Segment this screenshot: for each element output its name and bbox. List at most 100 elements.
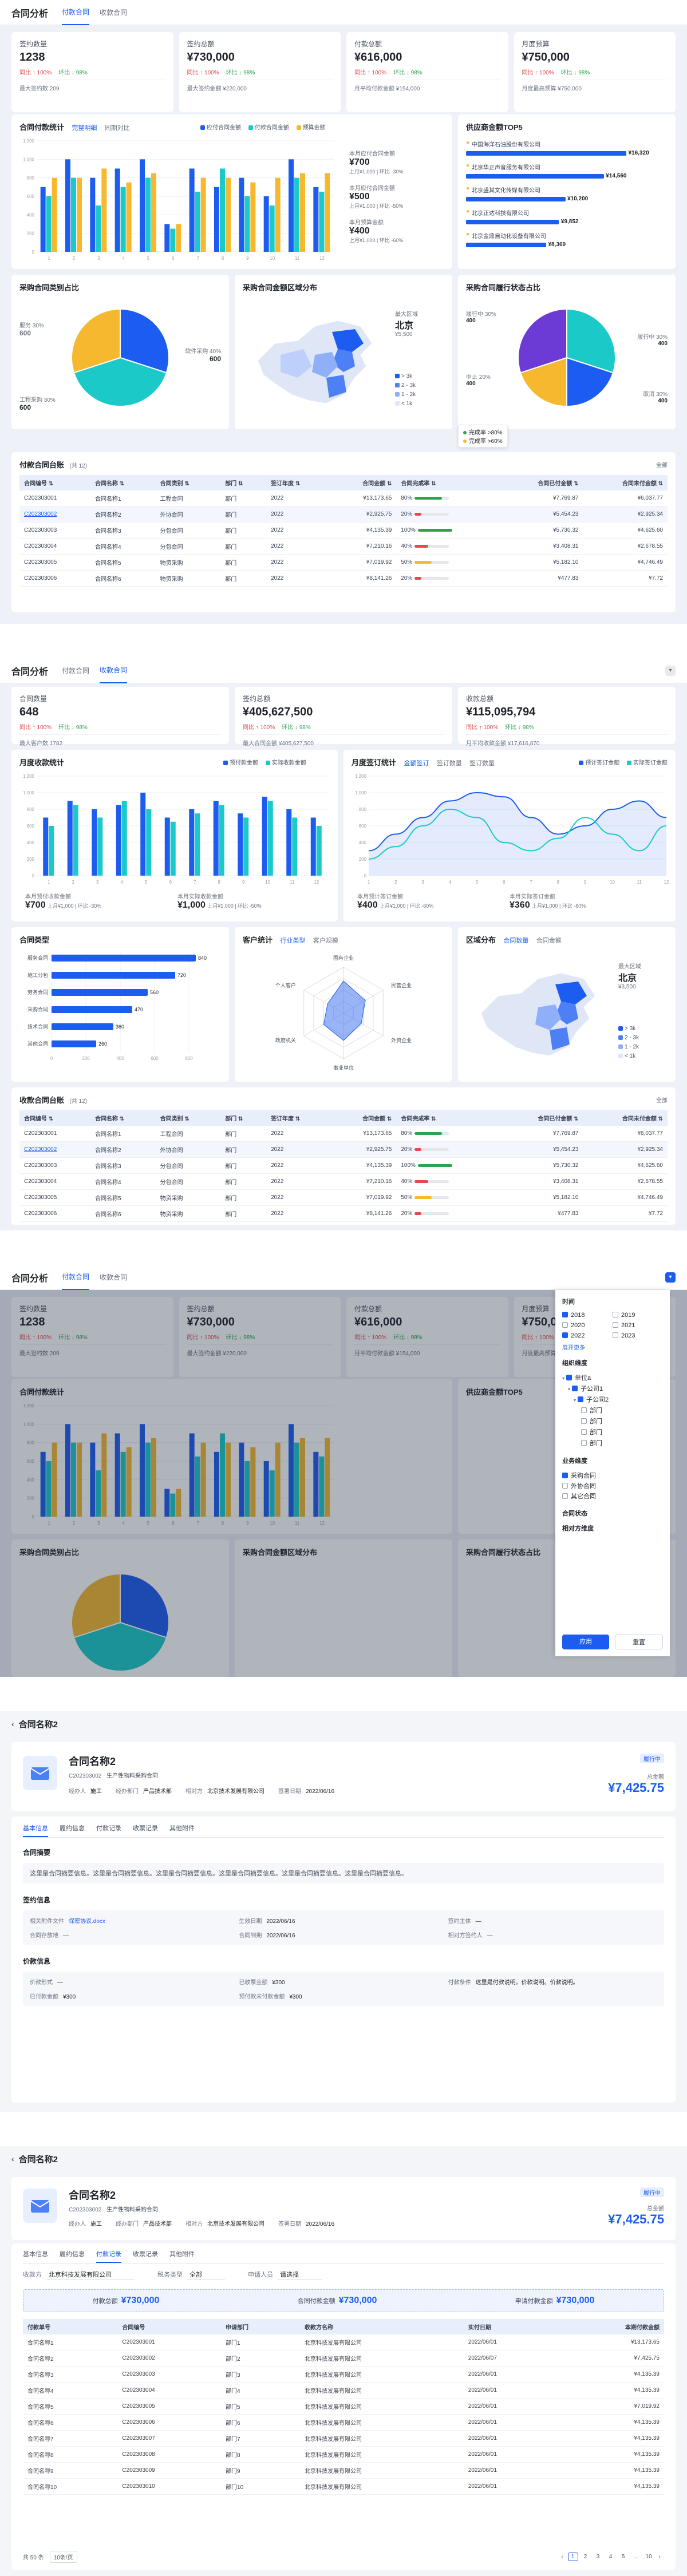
contract-code-link[interactable]: C202303006 (19, 1205, 90, 1222)
org-tree-node[interactable]: 部门 (562, 1427, 663, 1438)
table-row[interactable]: 合同名称5 C202303005 部门5 北京科技发展有限公司 2022/06/01 ¥7… (23, 2398, 664, 2415)
collapse-icon[interactable]: ▾ (665, 665, 676, 676)
table-row[interactable]: 合同名称7 C202303007 部门7 北京科技发展有限公司 2022/06/01 ¥4… (23, 2430, 664, 2447)
column-header[interactable]: 合同金额 ⇅ (331, 1110, 397, 1126)
column-header[interactable]: 付款单号 (23, 2319, 118, 2334)
page-number[interactable]: ... (631, 2553, 641, 2561)
table-row[interactable]: C202303006 合同名称6 物资采购 部门 2022 ¥8,141.26 20% ¥47… (19, 570, 668, 587)
column-header[interactable]: 合同名称 ⇅ (90, 475, 156, 490)
table-row[interactable]: C202303001 合同名称1 工程合同 部门 2022 ¥13,173.65 80% ¥7… (19, 1126, 668, 1142)
detail-tab[interactable]: 付款记录 (96, 2249, 121, 2263)
org-tree-node[interactable]: 部门 (562, 1438, 663, 1449)
tab-payment-contract[interactable]: 付款合同 (62, 0, 90, 25)
detail-tab[interactable]: 付款记录 (96, 1823, 121, 1836)
table-row[interactable]: C202303001 合同名称1 工程合同 部门 2022 ¥13,173.65 80% ¥7… (19, 490, 668, 507)
column-header[interactable]: 签订年度 ⇅ (266, 1110, 331, 1126)
seg-scale[interactable]: 客户规模 (313, 937, 338, 944)
expand-more-link[interactable]: 展开更多 (562, 1343, 663, 1351)
contract-code-link[interactable]: C202303006 (19, 570, 90, 587)
column-header[interactable]: 签订年度 ⇅ (266, 475, 331, 490)
org-tree-node[interactable]: 部门 (562, 1406, 663, 1416)
column-header[interactable]: 合同编号 (117, 2319, 222, 2334)
column-header[interactable]: 合同已付金额 ⇅ (498, 1110, 583, 1126)
type-checkbox[interactable]: 采购合同 (562, 1471, 663, 1481)
column-header[interactable]: 本期付款金额 (556, 2319, 664, 2334)
page-number[interactable]: 2 (581, 2553, 591, 2561)
table-row[interactable]: C202303004 合同名称4 分包合同 部门 2022 ¥7,210.16 40% ¥3,… (19, 538, 668, 555)
page-number[interactable]: 10 (643, 2553, 654, 2561)
table-row[interactable]: 合同名称10 C202303010 部门10 北京科技发展有限公司 2022/06/01… (23, 2478, 664, 2495)
contract-code-link[interactable]: C202303001 (19, 1126, 90, 1142)
table-row[interactable]: 合同名称9 C202303009 部门9 北京科技发展有限公司 2022/06/01 ¥4… (23, 2462, 664, 2479)
table-row[interactable]: 合同名称6 C202303006 部门6 北京科技发展有限公司 2022/06/01 ¥4… (23, 2414, 664, 2431)
table-row[interactable]: 合同名称8 C202303008 部门8 北京科技发展有限公司 2022/06/01 ¥4… (23, 2446, 664, 2463)
prev-page-icon[interactable]: ‹ (561, 2554, 563, 2560)
detail-tab[interactable]: 其他附件 (169, 2249, 195, 2262)
table-row[interactable]: C202303002 合同名称2 外协合同 部门 2022 ¥2,925.75 20% ¥5,… (19, 506, 668, 523)
year-checkbox[interactable]: 2023 (613, 1332, 663, 1339)
detail-tab[interactable]: 收票记录 (133, 2249, 158, 2262)
column-header[interactable]: 合同编号 ⇅ (19, 475, 90, 490)
filter-field[interactable]: 申请人员 请选择 (248, 2270, 322, 2280)
contract-code-link[interactable]: C202303004 (19, 1173, 90, 1190)
column-header[interactable]: 合同未付金额 ⇅ (583, 475, 668, 490)
year-checkbox[interactable]: 2019 (613, 1312, 663, 1319)
tab-receipt-contract[interactable]: 收款合同 (100, 0, 127, 25)
column-header[interactable]: 合同类别 ⇅ (155, 475, 221, 490)
filter-field[interactable]: 税务类型 全部 (157, 2270, 225, 2280)
filter-toggle-icon[interactable]: ▾ (665, 1272, 676, 1283)
view-all-link[interactable]: 全部 (656, 1095, 668, 1104)
tab-receipt-contract[interactable]: 收款合同 (100, 1265, 127, 1289)
page-number[interactable]: 4 (606, 2553, 616, 2561)
detail-tab[interactable]: 基本信息 (23, 2249, 48, 2262)
contract-code-link[interactable]: C202303002 (19, 506, 90, 523)
column-header[interactable]: 合同编号 ⇅ (19, 1110, 90, 1126)
column-header[interactable]: 合同已付金额 ⇅ (498, 475, 583, 490)
detail-tab[interactable]: 履约信息 (60, 2249, 85, 2262)
tab-receipt-contract[interactable]: 收款合同 (100, 658, 128, 683)
detail-tab[interactable]: 履约信息 (60, 1823, 85, 1836)
column-header[interactable]: 部门 ⇅ (220, 475, 267, 490)
column-header[interactable]: 申请部门 (221, 2319, 301, 2334)
type-checkbox[interactable]: 外协合同 (562, 1481, 663, 1491)
seg-count[interactable]: 合同数量 (503, 937, 528, 944)
apply-button[interactable]: 应用 (562, 1635, 609, 1649)
column-header[interactable]: 合同名称 ⇅ (90, 1110, 156, 1126)
table-row[interactable]: C202303002 合同名称2 外协合同 部门 2022 ¥2,925.75 20% ¥5,… (19, 1141, 668, 1158)
org-tree-node[interactable]: 部门 (562, 1416, 663, 1427)
table-row[interactable]: 合同名称4 C202303004 部门4 北京科技发展有限公司 2022/06/01 ¥4… (23, 2382, 664, 2399)
detail-tab[interactable]: 基本信息 (23, 1823, 48, 1837)
column-header[interactable]: 合同完成率 ⇅ (396, 1110, 499, 1126)
org-tree-node[interactable]: ▾ 子公司2 (562, 1395, 663, 1406)
contract-code-link[interactable]: C202303002 (19, 1141, 90, 1158)
column-header[interactable]: 部门 ⇅ (220, 1110, 267, 1126)
page-number[interactable]: 5 (618, 2553, 629, 2561)
tab-payment-contract[interactable]: 付款合同 (62, 1265, 90, 1290)
page-number[interactable]: 1 (567, 2553, 578, 2561)
table-row[interactable]: C202303006 合同名称6 物资采购 部门 2022 ¥8,141.26 20% ¥47… (19, 1205, 668, 1222)
seg-industry[interactable]: 行业类型 (280, 937, 305, 944)
seg-detail[interactable]: 完整明细 (72, 125, 97, 132)
contract-code-link[interactable]: C202303005 (19, 554, 90, 571)
year-checkbox[interactable]: 2018 (562, 1312, 613, 1319)
tab-payment-contract[interactable]: 付款合同 (62, 658, 89, 683)
year-checkbox[interactable]: 2021 (613, 1322, 663, 1329)
column-header[interactable]: 合同金额 ⇅ (331, 475, 397, 490)
page-size-select[interactable]: 10条/页 (49, 2551, 77, 2563)
contract-code-link[interactable]: C202303003 (19, 1157, 90, 1174)
column-header[interactable]: 实付日期 (463, 2319, 557, 2334)
contract-code-link[interactable]: C202303001 (19, 490, 90, 507)
column-header[interactable]: 收款方名称 (300, 2319, 464, 2334)
seg-compare[interactable]: 同期对比 (105, 125, 130, 132)
filter-field[interactable]: 收款方 北京科技发展有限公司 (23, 2270, 135, 2280)
org-tree-node[interactable]: ▾ 单位a (562, 1373, 663, 1384)
year-checkbox[interactable]: 2022 (562, 1332, 613, 1339)
contract-code-link[interactable]: C202303003 (19, 522, 90, 539)
table-row[interactable]: C202303005 合同名称5 物资采购 部门 2022 ¥7,019.92 50% ¥5,… (19, 554, 668, 571)
table-row[interactable]: 合同名称2 C202303002 部门2 北京科技发展有限公司 2022/06/07 ¥7… (23, 2350, 664, 2367)
table-row[interactable]: C202303004 合同名称4 分包合同 部门 2022 ¥7,210.16 40% ¥3,… (19, 1173, 668, 1190)
back-icon[interactable]: ‹ (11, 2154, 14, 2163)
type-checkbox[interactable]: 其它合同 (562, 1491, 663, 1502)
table-row[interactable]: C202303003 合同名称3 分包合同 部门 2022 ¥4,135.39 100% ¥5… (19, 1157, 668, 1174)
table-row[interactable]: 合同名称1 C202303001 部门1 北京科技发展有限公司 2022/06/01 ¥1… (23, 2334, 664, 2351)
